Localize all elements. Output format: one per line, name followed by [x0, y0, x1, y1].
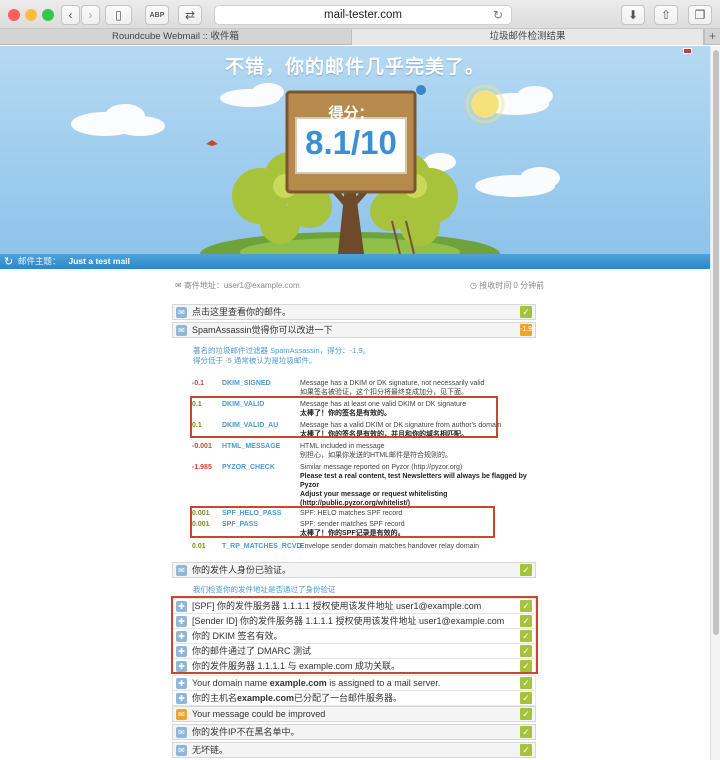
scrollbar[interactable]: [710, 46, 720, 760]
row-label: 你的发件人身份已验证。: [192, 565, 292, 575]
domain-item-en[interactable]: ✚ Your domain name example.com is assigne…: [172, 675, 536, 691]
spf-highlight-box: [190, 506, 495, 538]
rule-score: 0.01: [192, 543, 206, 550]
row-label: 已分配了一台邮件服务器。: [294, 693, 403, 703]
domain-name: example.com: [237, 693, 295, 703]
page-content: 不错，你的邮件几乎完美了。 得分： 8.1/10 ↻ 邮件主题： Just a …: [0, 46, 710, 760]
subject-bar: ↻ 邮件主题： Just a test mail: [0, 254, 710, 269]
zoom-window-icon[interactable]: [42, 9, 54, 21]
check-icon: ✓: [520, 692, 532, 704]
rule-desc-en: Similar message reported on Pyzor (http:…: [300, 464, 463, 471]
rule-desc-zh: 别担心，如果你发送的HTML邮件是符合规则的。: [300, 452, 453, 459]
id-card-icon: ✉: [176, 565, 187, 576]
reload-icon[interactable]: ↻: [493, 6, 503, 24]
tab-label: Roundcube Webmail :: 收件箱: [111, 31, 240, 42]
auth-highlight-box: [171, 596, 538, 674]
tab-label: 垃圾邮件检测结果: [489, 31, 566, 42]
check-icon: ✓: [520, 677, 532, 689]
refresh-icon[interactable]: ↻: [4, 255, 13, 270]
tabs-overview-icon[interactable]: ❐: [688, 5, 712, 25]
check-icon: ✓: [520, 726, 532, 738]
new-tab-button[interactable]: +: [704, 29, 720, 45]
domain-name: example.com: [269, 678, 327, 688]
scrollbar-thumb[interactable]: [713, 50, 719, 635]
auth-note: 我们检查你的发件地址是否通过了身份验证: [193, 585, 336, 594]
rule-name: PYZOR_CHECK: [222, 464, 275, 471]
rule-desc-en: HTML included in message: [300, 443, 385, 450]
sidebar-icon[interactable]: ▯: [105, 5, 132, 25]
row-label: 点击这里查看你的邮件。: [192, 307, 292, 317]
rule-desc: Envelope sender domain matches handover …: [300, 542, 532, 551]
browser-toolbar: ‹ › ▯ ABP ⇄ mail-tester.com ↻ ⬇ ⇧ ❐: [0, 0, 720, 29]
score-label: 得分：: [328, 105, 374, 122]
dkim-highlight-box: [190, 396, 498, 438]
share-icon[interactable]: ⇧: [654, 5, 678, 25]
adblock-button[interactable]: ABP: [145, 5, 169, 25]
improve-row[interactable]: ✉ Your message could be improved ✓: [172, 706, 536, 722]
minimize-window-icon[interactable]: [25, 9, 37, 21]
score-value: 8.1/10: [305, 124, 397, 161]
blacklist-row[interactable]: ✉ 你的发件IP不在黑名单中。 ✓: [172, 724, 536, 740]
tab-bar: Roundcube Webmail :: 收件箱 垃圾邮件检测结果 +: [0, 29, 720, 45]
domain-item-zh[interactable]: ✚ 你的主机名example.com已分配了一台邮件服务器。 ✓: [172, 690, 536, 706]
rule-desc: Similar message reported on Pyzor (http:…: [300, 463, 532, 508]
rule-score: -0.001: [192, 443, 212, 450]
adblock-label: ABP: [149, 11, 165, 19]
rule-desc: HTML included in message 别担心，如果你发送的HTML邮件…: [300, 442, 532, 460]
row-label: Your message could be improved: [192, 709, 326, 719]
rule-desc: Message has a DKIM or DK signature, not …: [300, 379, 532, 397]
row-label: 你的发件IP不在黑名单中。: [192, 727, 300, 737]
spamassassin-row[interactable]: ✉ SpamAssassin觉得你可以改进一下 -1.9: [172, 322, 536, 338]
forward-button[interactable]: ›: [81, 5, 100, 25]
note-line: 著名的垃圾邮件过滤器 SpamAssassin，得分：-1.9。: [193, 346, 371, 355]
share-sheet-icon[interactable]: ⇄: [178, 5, 202, 25]
warning-icon: ✉: [176, 709, 187, 720]
check-icon: ✓: [520, 564, 532, 576]
rule-name: HTML_MESSAGE: [222, 443, 281, 450]
row-label: 你的主机名: [192, 693, 238, 703]
rule-score: -0.1: [192, 380, 205, 387]
received-text: 接收时间 0 分钟前: [479, 281, 545, 290]
plus-icon: ✚: [176, 678, 187, 689]
envelope-icon: ✉: [176, 307, 187, 318]
list-icon: ✉: [176, 727, 187, 738]
check-icon: ✓: [520, 306, 532, 318]
auth-row[interactable]: ✉ 你的发件人身份已验证。 ✓: [172, 562, 536, 578]
note-line: 得分低于 -5 通常被认为是垃圾邮件。: [193, 356, 317, 365]
address-bar[interactable]: mail-tester.com ↻: [214, 5, 512, 25]
row-label: SpamAssassin觉得你可以改进一下: [192, 325, 333, 335]
subject-value: Just a test mail: [68, 256, 130, 266]
sender-address: ✉ 寄件地址：user1@example.com: [175, 281, 300, 290]
check-icon: ✓: [520, 744, 532, 756]
row-label: 无坏链。: [192, 745, 229, 755]
rule-desc-en: Envelope sender domain matches handover …: [300, 543, 479, 550]
received-time: ◷ 接收时间 0 分钟前: [470, 281, 545, 290]
sender-text: 寄件地址：user1@example.com: [183, 281, 300, 290]
tab-roundcube[interactable]: Roundcube Webmail :: 收件箱: [0, 29, 352, 45]
score-badge: -1.9: [520, 324, 532, 336]
plus-icon: ✚: [176, 693, 187, 704]
hero-banner: 不错，你的邮件几乎完美了。 得分： 8.1/10: [0, 46, 710, 254]
rule-desc-zh: Please test a real content, test Newslet…: [300, 473, 527, 489]
close-window-icon[interactable]: [8, 9, 20, 21]
filter-icon: ✉: [176, 325, 187, 336]
tab-spam-result[interactable]: 垃圾邮件检测结果: [352, 29, 704, 45]
rule-desc-en: Message has a DKIM or DK signature, not …: [300, 380, 485, 387]
url-text: mail-tester.com: [324, 9, 402, 21]
subject-label: 邮件主题：: [18, 256, 61, 266]
spamassassin-note: 著名的垃圾邮件过滤器 SpamAssassin，得分：-1.9。 得分低于 -5 …: [193, 346, 370, 366]
view-message-row[interactable]: ✉ 点击这里查看你的邮件。 ✓: [172, 304, 536, 320]
downloads-icon[interactable]: ⬇: [621, 5, 645, 25]
rule-name: DKIM_SIGNED: [222, 380, 271, 387]
row-label: Your domain name: [192, 678, 270, 688]
links-row[interactable]: ✉ 无坏链。 ✓: [172, 742, 536, 758]
row-label: is assigned to a mail server.: [326, 678, 441, 688]
rule-score: -1.985: [192, 464, 212, 471]
back-button[interactable]: ‹: [61, 5, 80, 25]
rule-name: T_RP_MATCHES_RCVD: [222, 543, 302, 550]
check-icon: ✓: [520, 708, 532, 720]
link-icon: ✉: [176, 745, 187, 756]
